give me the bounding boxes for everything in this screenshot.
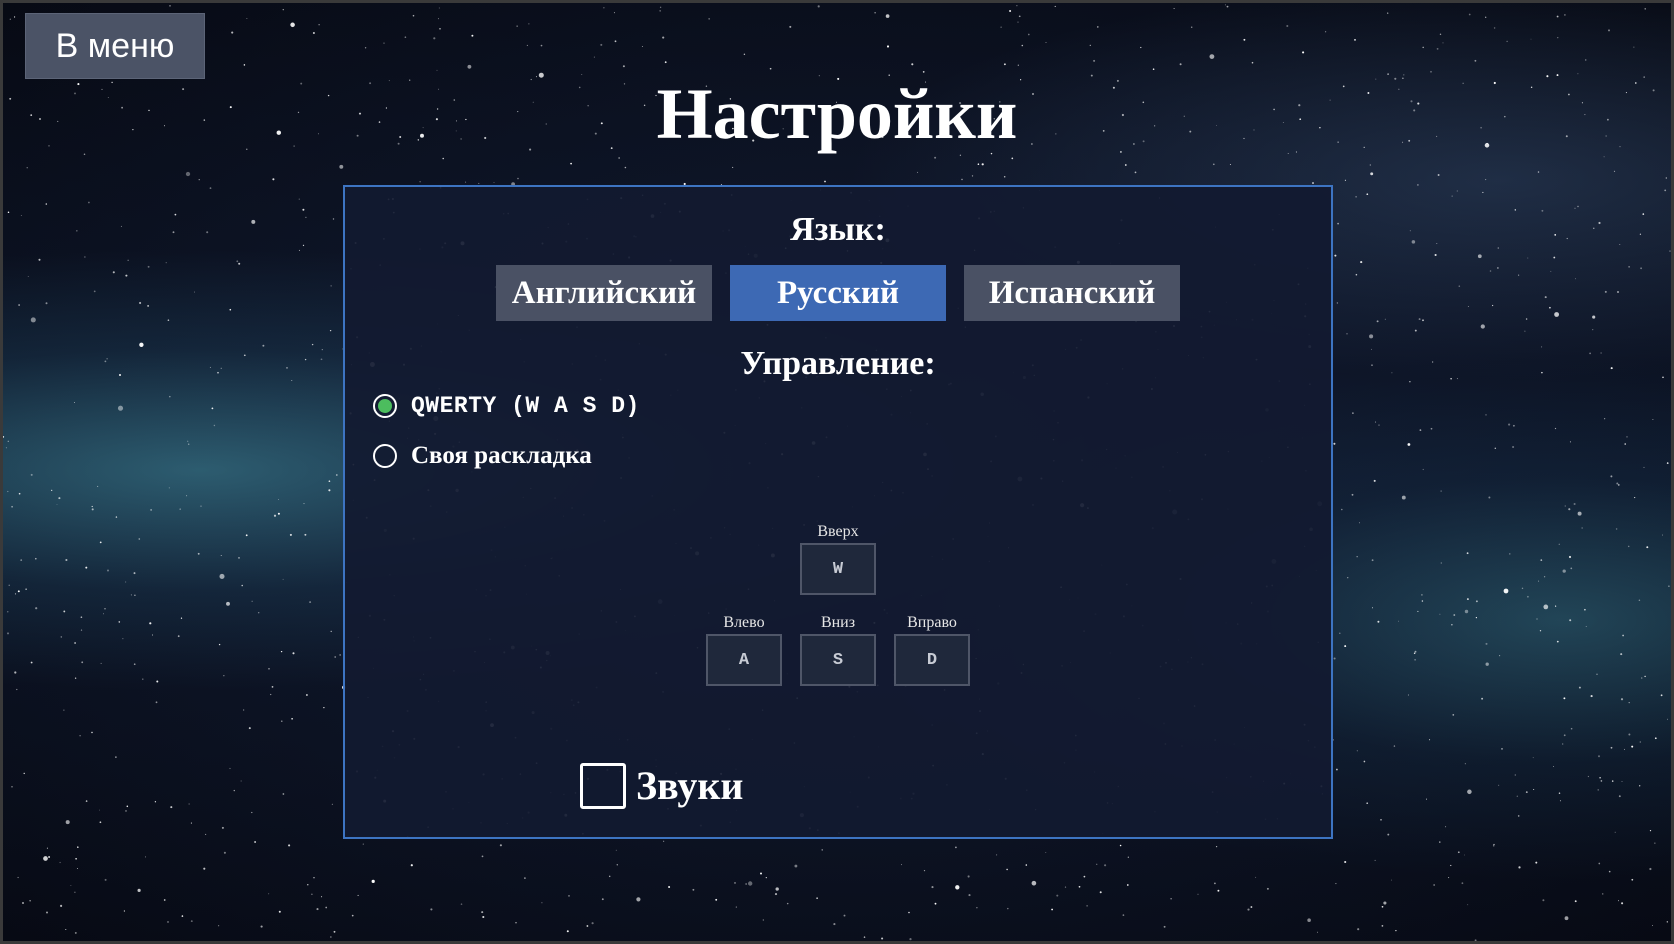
page-title: Настройки xyxy=(656,74,1018,154)
key-left-group: Влево A xyxy=(705,612,783,686)
key-up-caption: Вверх xyxy=(817,523,859,540)
key-up-group: Вверх W xyxy=(799,521,877,595)
sound-label: Звуки xyxy=(636,763,744,808)
radio-custom-layout-label: Своя раскладка xyxy=(411,442,592,469)
checkbox-unchecked-icon[interactable] xyxy=(580,762,626,809)
controls-label: Управление: xyxy=(740,345,936,382)
radio-qwerty-option[interactable]: QWERTY (W A S D) xyxy=(373,393,640,419)
key-up-button[interactable]: W xyxy=(800,543,876,595)
key-down-group: Вниз S xyxy=(799,612,877,686)
key-down-caption: Вниз xyxy=(820,614,856,631)
language-spanish-button[interactable]: Испанский xyxy=(964,265,1180,321)
sound-toggle[interactable]: Звуки xyxy=(580,762,743,809)
radio-unchecked-icon[interactable] xyxy=(373,444,397,468)
radio-checked-icon[interactable] xyxy=(373,394,397,418)
key-right-group: Вправо D xyxy=(893,612,971,686)
language-label: Язык: xyxy=(790,211,886,248)
radio-custom-layout-option[interactable]: Своя раскладка xyxy=(373,442,592,470)
language-options: Английский Русский Испанский xyxy=(496,265,1180,321)
key-left-button[interactable]: A xyxy=(706,634,782,686)
key-right-caption: Вправо xyxy=(907,614,957,631)
language-english-button[interactable]: Английский xyxy=(496,265,712,321)
radio-qwerty-label: QWERTY (W A S D) xyxy=(411,393,640,419)
key-right-button[interactable]: D xyxy=(894,634,970,686)
settings-panel: Язык: Английский Русский Испанский Управ… xyxy=(343,185,1333,839)
key-down-button[interactable]: S xyxy=(800,634,876,686)
key-left-caption: Влево xyxy=(723,614,765,631)
language-russian-button[interactable]: Русский xyxy=(730,265,946,321)
